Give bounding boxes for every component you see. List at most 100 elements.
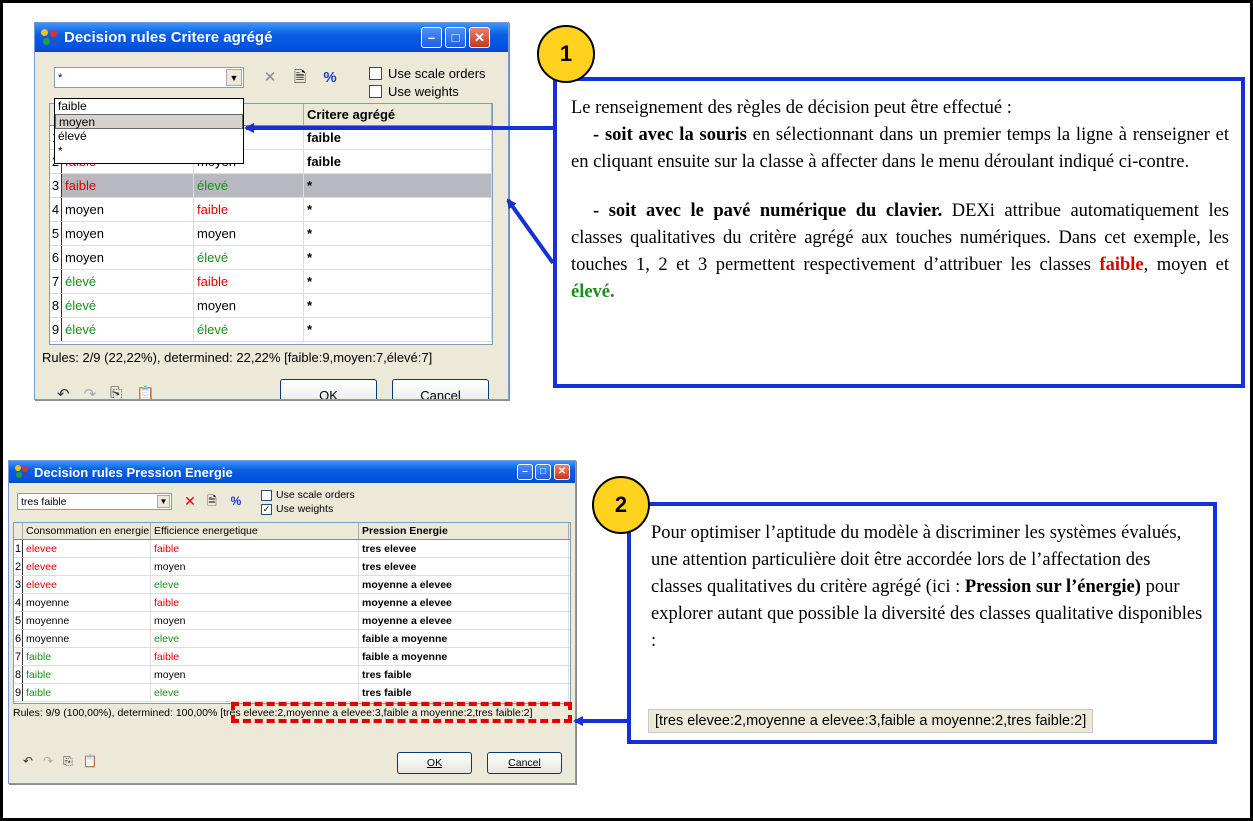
row-number: 8 [50,294,62,317]
maximize-icon[interactable]: □ [535,464,551,480]
cell-attribute-1: faible [23,648,151,665]
ok-button[interactable]: OK [397,752,472,774]
cell-aggregate[interactable]: * [304,270,492,293]
percent-icon[interactable]: % [321,69,339,87]
table-row[interactable]: 3 elevee eleve moyenne a elevee [14,576,570,594]
undo-icon[interactable]: ↶ [57,385,70,399]
table-row[interactable]: 7 faible faible faible a moyenne [14,648,570,666]
table-row[interactable]: 7 élevé faible * [50,270,492,294]
dropdown-option[interactable]: élevé [55,129,243,144]
use-scale-orders-checkbox[interactable]: Use scale orders [261,489,355,501]
title-bar[interactable]: Decision rules Pression Energie – □ ✕ [9,461,575,483]
row-number: 9 [14,684,23,701]
minimize-icon[interactable]: – [421,27,442,48]
close-icon[interactable]: ✕ [469,27,490,48]
cell-aggregate[interactable]: faible [304,126,492,149]
table-row[interactable]: 4 moyenne faible moyenne a elevee [14,594,570,612]
row-number: 7 [50,270,62,293]
cell-aggregate[interactable]: * [304,198,492,221]
redo-icon[interactable]: ↷ [84,385,97,399]
cell-aggregate[interactable]: * [304,246,492,269]
table-row[interactable]: 1 elevee faible tres elevee [14,540,570,558]
cell-aggregate[interactable]: moyenne a elevee [359,576,569,593]
table-row[interactable]: 6 moyenne eleve faible a moyenne [14,630,570,648]
class-combo[interactable]: tres faible ▼ [17,493,172,510]
maximize-icon[interactable]: □ [445,27,466,48]
table-row[interactable]: 9 faible eleve tres faible [14,684,570,702]
copy-rules-icon[interactable]: 🗎 [291,69,309,87]
callout-1-keyboard: - soit avec le pavé numérique du clavier… [571,201,1229,302]
cell-attribute-2: moyen [194,294,304,317]
use-weights-checkbox[interactable]: ✓ Use weights [261,503,333,515]
cell-attribute-1: elevee [23,558,151,575]
percent-icon[interactable]: % [227,492,245,510]
cell-aggregate[interactable]: * [304,294,492,317]
app-icon [15,465,29,479]
cell-aggregate[interactable]: moyenne a elevee [359,612,569,629]
cell-aggregate[interactable]: * [304,222,492,245]
rules-table: Consommation en energie Efficience energ… [13,522,571,704]
cell-aggregate[interactable]: * [304,174,492,197]
row-number: 1 [14,540,23,557]
table-row[interactable]: 5 moyen moyen * [50,222,492,246]
cell-aggregate[interactable]: tres faible [359,684,569,701]
paste-icon[interactable]: 📋 [136,385,155,399]
cell-aggregate[interactable]: faible [304,150,492,173]
ok-button[interactable]: OK [280,379,377,399]
table-row[interactable]: 5 moyenne moyen moyenne a elevee [14,612,570,630]
cell-aggregate[interactable]: * [304,318,492,341]
table-row[interactable]: 4 moyen faible * [50,198,492,222]
cell-aggregate[interactable]: tres elevee [359,540,569,557]
table-row[interactable]: 2 elevee moyen tres elevee [14,558,570,576]
table-row[interactable]: 9 élevé élevé * [50,318,492,342]
cancel-button[interactable]: Cancel [392,379,489,399]
close-icon[interactable]: ✕ [554,464,570,480]
table-row[interactable]: 8 élevé moyen * [50,294,492,318]
cell-attribute-1: moyen [62,222,194,245]
undo-icon[interactable]: ↶ [23,754,33,769]
cancel-button[interactable]: Cancel [487,752,562,774]
cell-aggregate[interactable]: tres elevee [359,558,569,575]
column-header-target[interactable]: Critere agrégé [304,104,492,125]
cell-attribute-1: élevé [62,294,194,317]
dropdown-option[interactable]: faible [55,99,243,114]
distribution-snippet: [tres elevee:2,moyenne a elevee:3,faible… [648,709,1094,733]
redo-icon[interactable]: ↷ [43,754,53,769]
dropdown-arrow-icon[interactable]: ▼ [157,495,170,508]
table-row[interactable]: 8 faible moyen tres faible [14,666,570,684]
column-header-2[interactable]: Efficience energetique [151,523,359,539]
table-row[interactable]: 3 faible élevé * [50,174,492,198]
distribution-highlight [231,702,572,723]
cell-attribute-2: élevé [194,174,304,197]
cell-aggregate[interactable]: faible a moyenne [359,648,569,665]
cell-aggregate[interactable]: faible a moyenne [359,630,569,647]
cell-attribute-1: faible [62,174,194,197]
callout-1-mouse: - soit avec la souris en sélectionnant d… [571,125,1230,172]
decision-rules-window-1: Decision rules Critere agrégé – □ ✕ * ▼ … [34,22,509,400]
dropdown-arrow-icon[interactable]: ▼ [226,69,242,86]
copy-icon[interactable]: ⎘ [110,385,122,399]
class-dropdown-list: faible moyen élevé * [54,98,244,164]
window-title: Decision rules Critere agrégé [64,29,273,46]
cell-attribute-1: moyenne [23,612,151,629]
minimize-icon[interactable]: – [517,464,533,480]
class-combo[interactable]: * ▼ [54,67,244,88]
copy-icon[interactable]: ⎘ [63,754,73,769]
use-weights-checkbox[interactable]: Use weights [369,84,459,99]
table-row[interactable]: 6 moyen élevé * [50,246,492,270]
delete-icon[interactable]: ✕ [181,492,199,510]
column-header-3[interactable]: Pression Energie [359,523,569,539]
column-header-1[interactable]: Consommation en energie [23,523,151,539]
row-number: 5 [50,222,62,245]
dropdown-option[interactable]: moyen [55,114,243,129]
cell-attribute-1: elevee [23,576,151,593]
use-scale-orders-checkbox[interactable]: Use scale orders [369,66,486,81]
cell-aggregate[interactable]: tres faible [359,666,569,683]
copy-rules-icon[interactable]: 🗎 [203,492,221,510]
title-bar[interactable]: Decision rules Critere agrégé – □ ✕ [35,23,508,52]
cell-attribute-1: élevé [62,318,194,341]
cell-aggregate[interactable]: moyenne a elevee [359,594,569,611]
paste-icon[interactable]: 📋 [83,754,98,769]
dropdown-option[interactable]: * [55,144,243,159]
delete-icon[interactable]: ✕ [261,69,279,87]
